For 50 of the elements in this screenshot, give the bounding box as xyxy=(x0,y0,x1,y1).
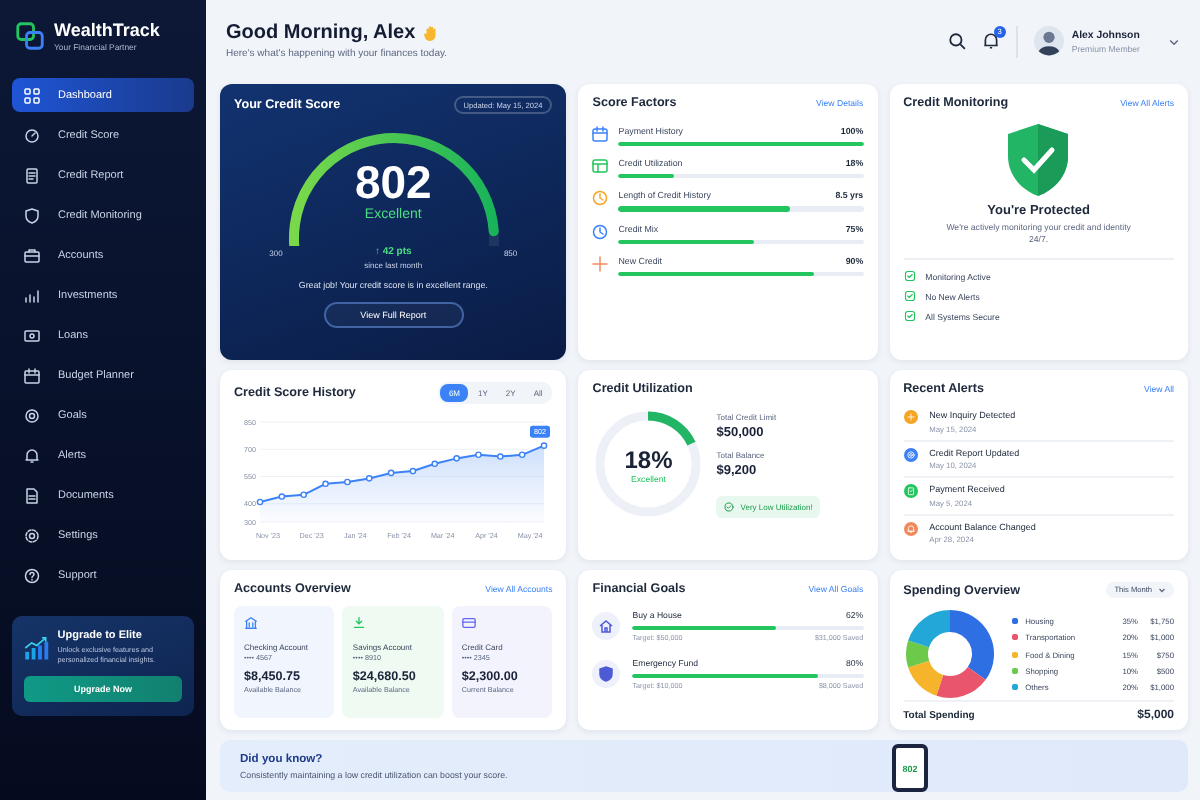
data-point xyxy=(540,442,548,449)
data-point xyxy=(344,478,351,486)
brand-name: WealthTrack xyxy=(54,20,160,40)
search-icon[interactable] xyxy=(947,32,966,50)
credit-score: 802 xyxy=(354,160,432,206)
utilization-percent: 18% xyxy=(624,445,673,473)
bar-chart-icon xyxy=(24,287,40,303)
shield-icon xyxy=(592,660,621,689)
house-icon xyxy=(592,612,621,641)
data-point xyxy=(409,467,417,475)
avatar[interactable] xyxy=(1033,26,1064,56)
table-icon xyxy=(592,158,609,175)
data-point xyxy=(387,469,395,477)
clock-icon xyxy=(592,223,609,240)
document-icon xyxy=(24,167,40,183)
help-icon xyxy=(24,567,40,583)
data-point xyxy=(365,475,373,482)
data-point xyxy=(453,455,460,462)
data-point xyxy=(518,451,526,459)
gauge-icon xyxy=(24,127,40,143)
calendar-icon xyxy=(592,126,609,142)
data-point xyxy=(300,491,307,499)
check-icon xyxy=(903,270,916,283)
check-icon xyxy=(903,290,916,303)
chevron-down-icon xyxy=(1158,586,1166,594)
data-point xyxy=(431,460,439,468)
check-icon xyxy=(903,310,916,323)
chevron-down-icon[interactable] xyxy=(1168,35,1180,47)
target-icon xyxy=(24,407,40,423)
file-icon xyxy=(24,487,40,503)
data-point xyxy=(475,451,482,459)
greeting: Good Morning, Alex xyxy=(226,22,416,44)
data-point xyxy=(256,498,264,506)
waving-hand-icon xyxy=(421,24,440,42)
data-point xyxy=(497,453,504,460)
logo-icon xyxy=(16,22,44,50)
progress-ring xyxy=(596,411,702,517)
clock-icon xyxy=(592,190,609,207)
shield-icon xyxy=(24,207,40,223)
check-circle-icon xyxy=(724,501,735,511)
shield-check-icon xyxy=(1004,122,1073,198)
settings-icon xyxy=(24,527,40,543)
bell-icon xyxy=(24,447,40,463)
data-point xyxy=(322,480,329,488)
calendar-icon xyxy=(24,367,40,383)
banknote-icon xyxy=(24,327,40,343)
data-point xyxy=(278,493,286,500)
bell-icon[interactable] xyxy=(981,32,1000,50)
grid-icon xyxy=(24,87,40,103)
briefcase-icon xyxy=(24,247,40,263)
